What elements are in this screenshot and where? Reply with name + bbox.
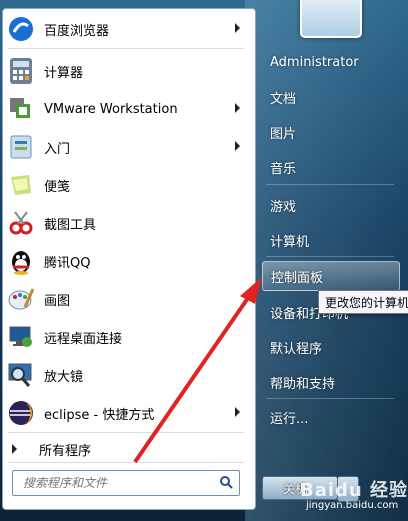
- annotation-arrow-icon: [133, 277, 262, 464]
